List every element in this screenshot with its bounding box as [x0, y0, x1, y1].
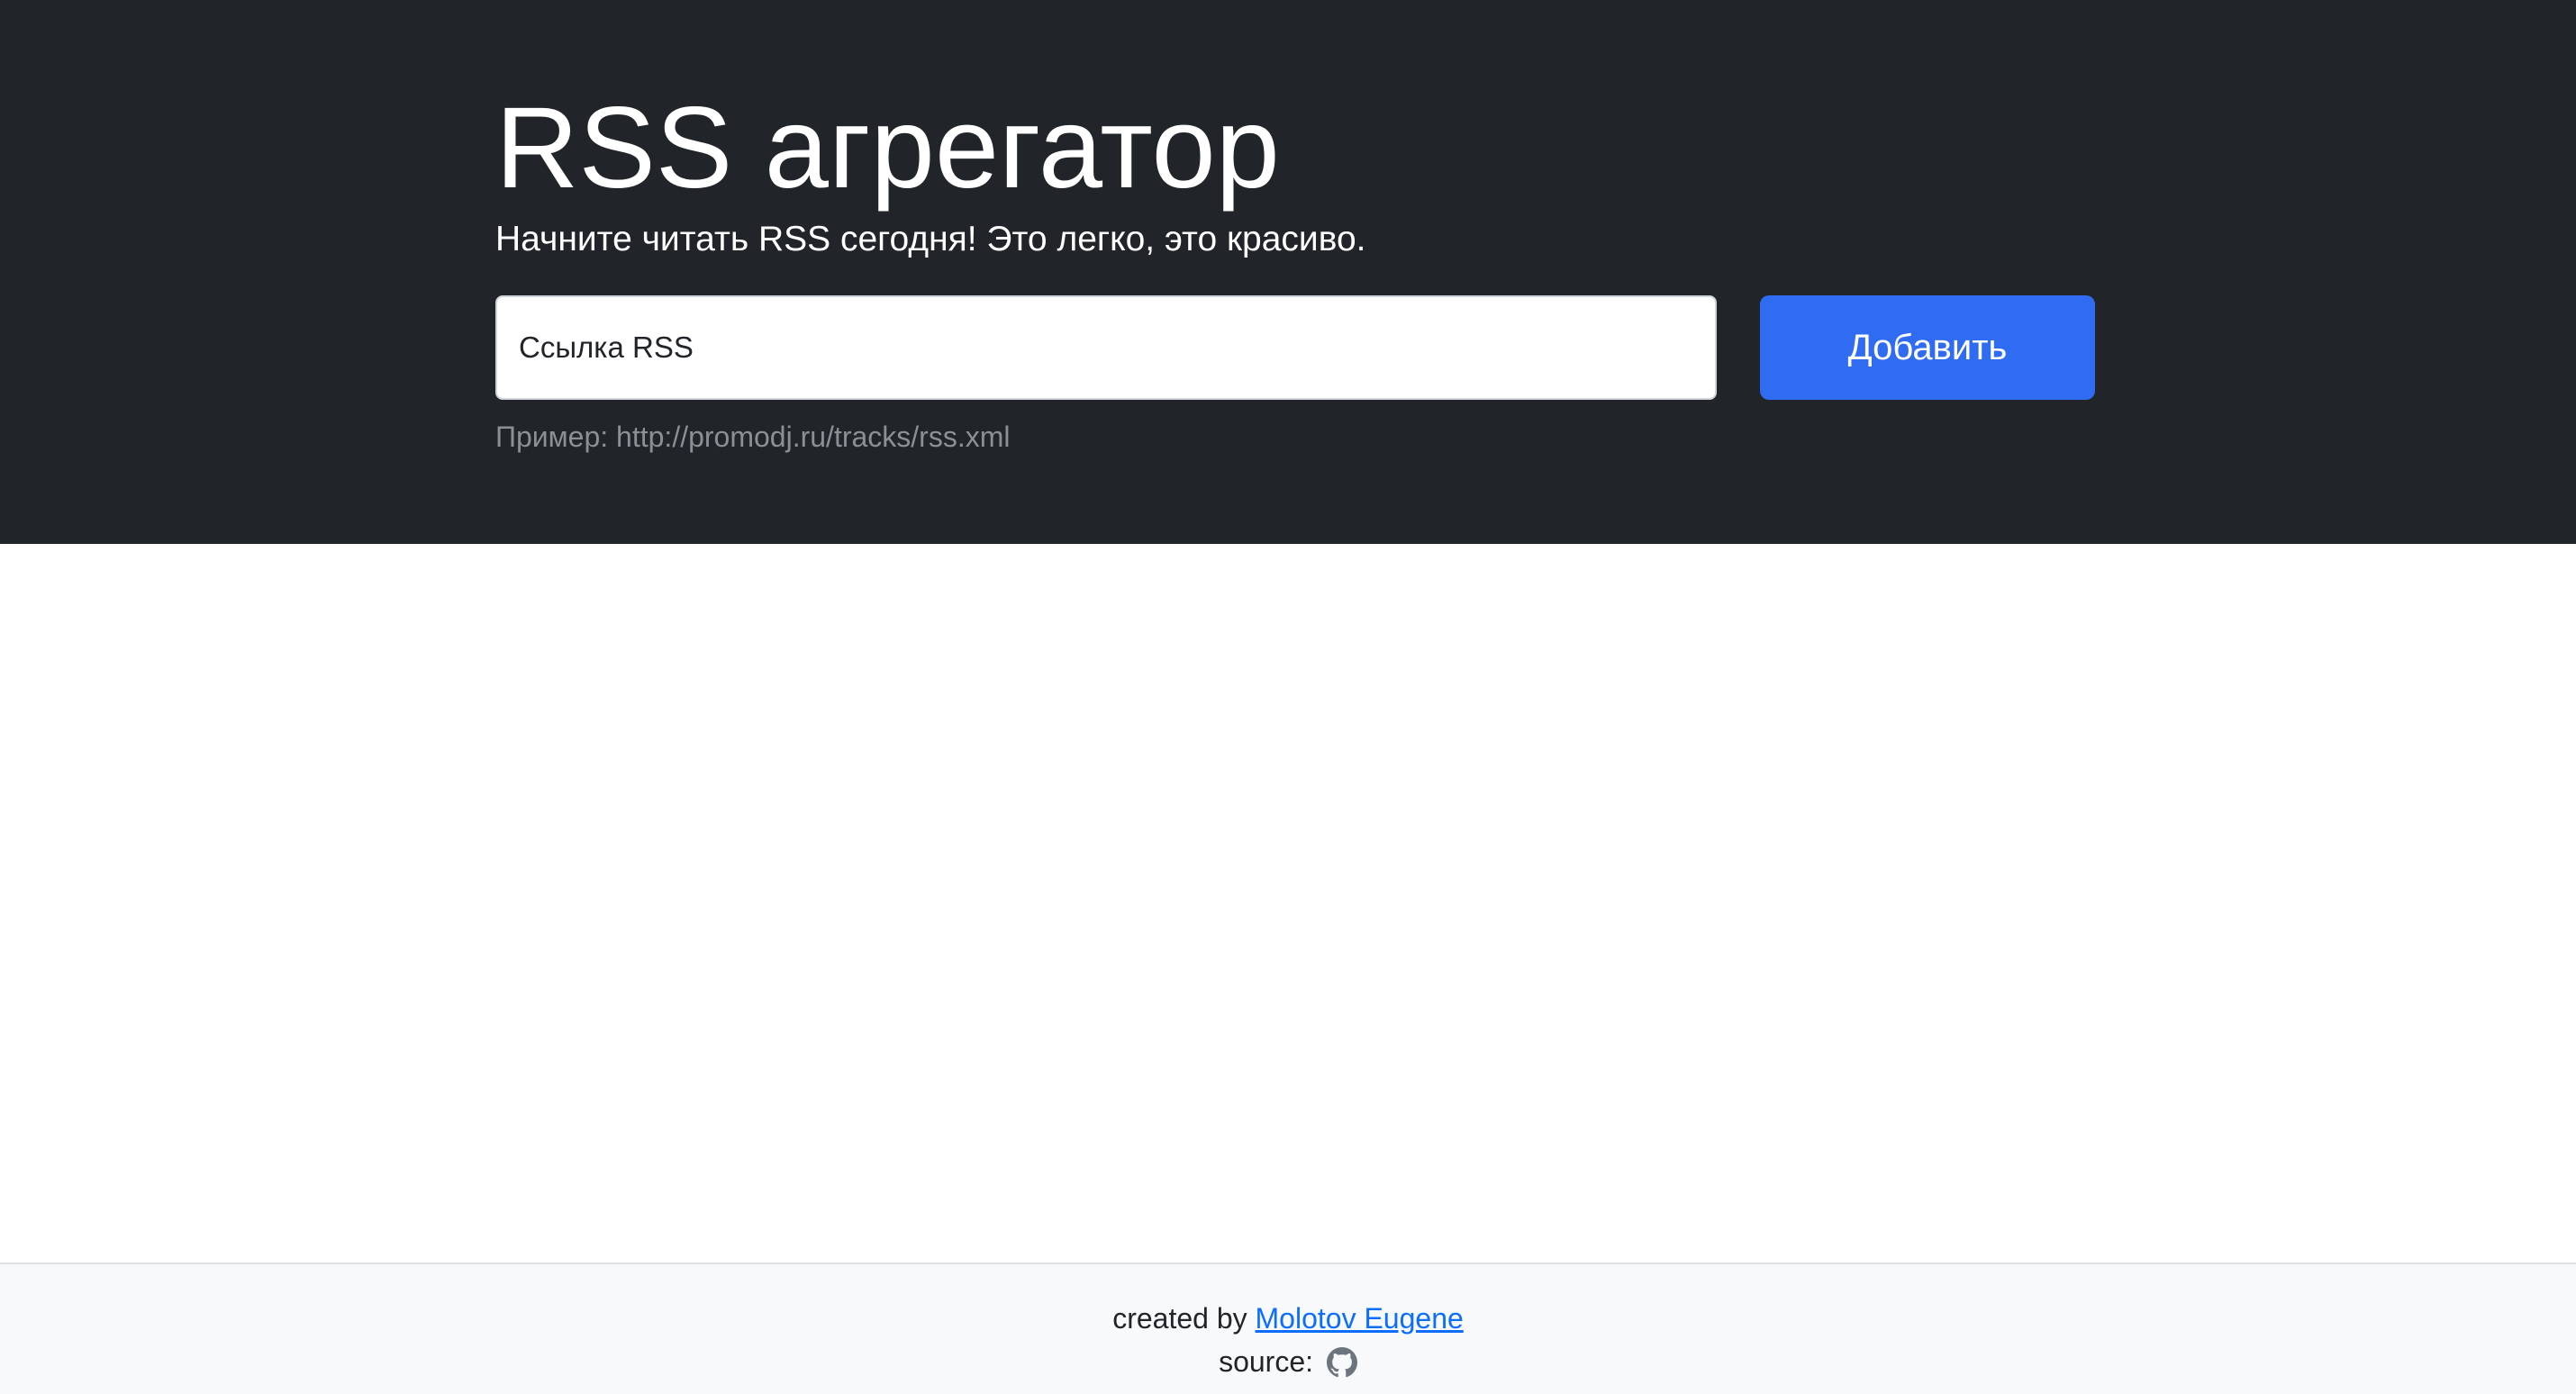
author-link[interactable]: Molotov Eugene: [1256, 1302, 1464, 1335]
example-hint: Пример: http://promodj.ru/tracks/rss.xml: [495, 421, 1011, 453]
source-label: source:: [1219, 1345, 1321, 1378]
page-footer: created by Molotov Eugene source:: [0, 1263, 2576, 1394]
credits-line: created by Molotov Eugene: [0, 1297, 2576, 1340]
page-lead: Начните читать RSS сегодня! Это легко, э…: [495, 220, 1366, 258]
page-title: RSS агрегатор: [495, 84, 1280, 213]
github-link[interactable]: [1321, 1345, 1357, 1378]
rss-url-input[interactable]: [495, 295, 1717, 400]
source-line: source:: [0, 1340, 2576, 1383]
hero-section: RSS агрегатор Начните читать RSS сегодня…: [0, 0, 2576, 544]
created-by-label: created by: [1112, 1302, 1256, 1335]
hero-container: RSS агрегатор Начните читать RSS сегодня…: [495, 0, 2095, 544]
add-button[interactable]: Добавить: [1760, 295, 2095, 400]
github-icon: [1326, 1347, 1357, 1378]
